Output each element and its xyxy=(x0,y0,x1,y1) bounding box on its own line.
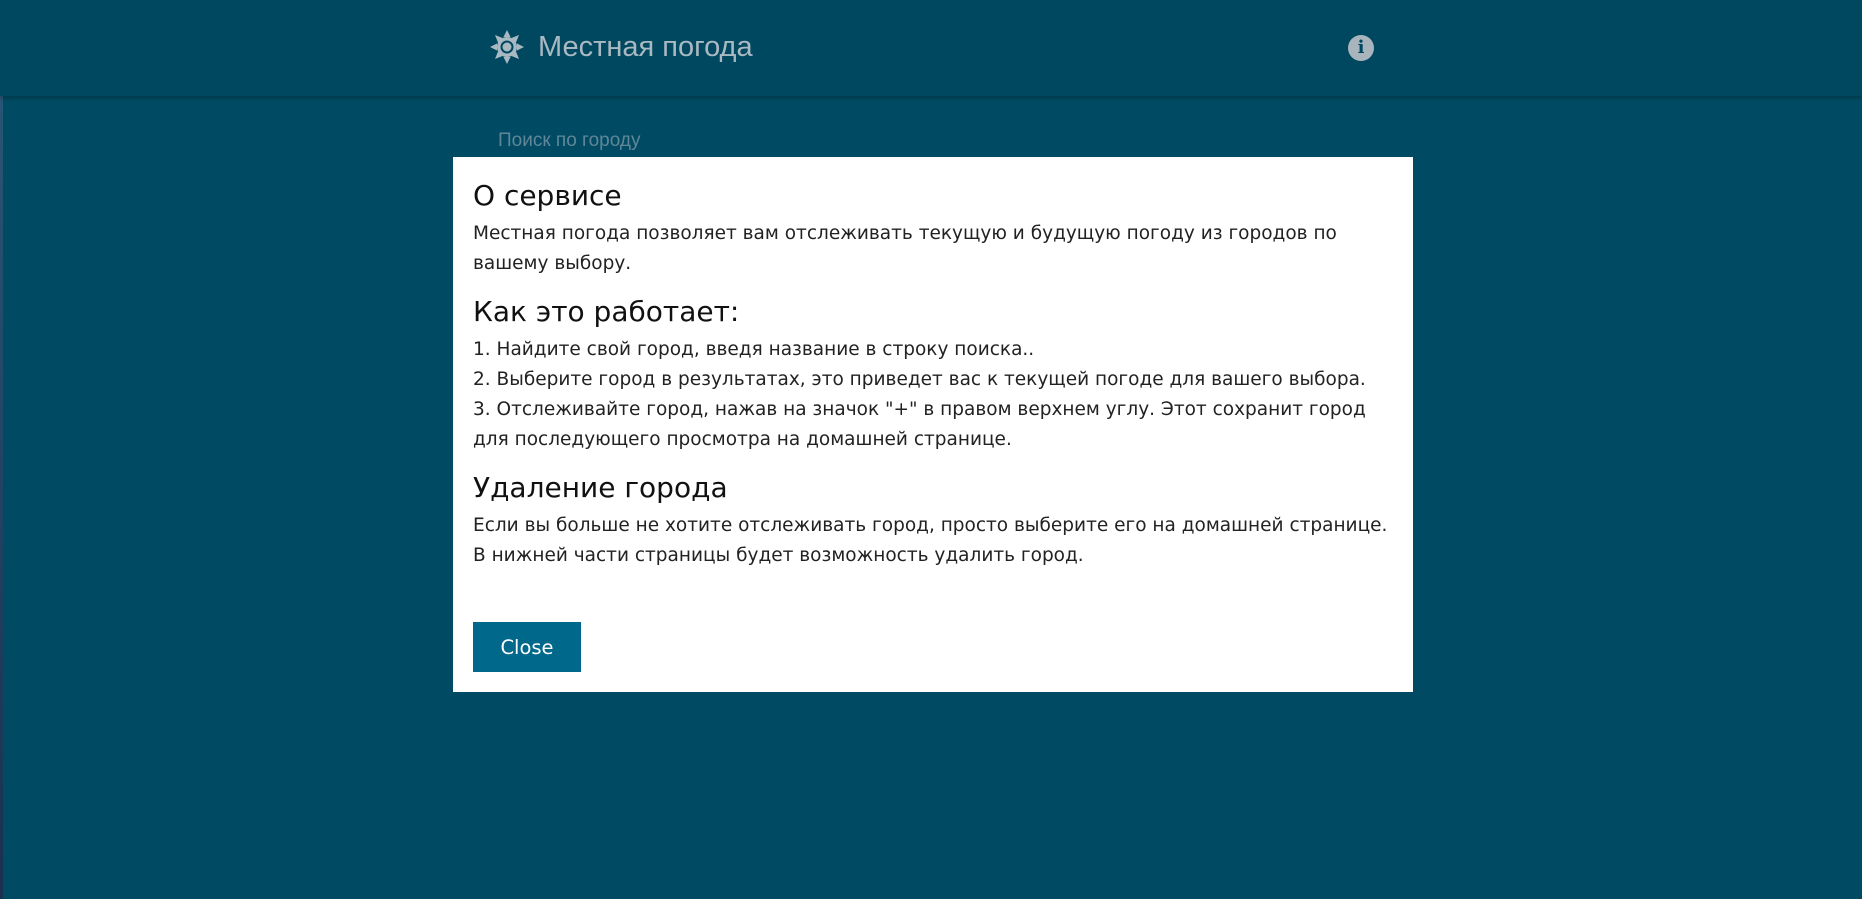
step-text: 1. Найдите свой город, введя название в … xyxy=(473,339,1035,360)
info-icon[interactable]: i xyxy=(1348,35,1374,61)
app-title: Местная погода xyxy=(538,31,753,63)
section-text: Местная погода позволяет вам отслеживать… xyxy=(473,223,1337,274)
section-heading: О сервисе xyxy=(473,179,622,212)
about-dialog: О сервисе Местная погода позволяет вам о… xyxy=(453,157,1413,692)
step-text: 3. Отслеживайте город, нажав на значок "… xyxy=(473,399,1366,450)
how-it-works-section: Как это работает: 1. Найдите свой город,… xyxy=(473,293,1393,455)
section-heading: Удаление города xyxy=(473,471,728,504)
remove-city-section: Удаление города Если вы больше не хотите… xyxy=(473,469,1393,571)
app-header: Местная погода i xyxy=(0,0,1862,96)
section-heading: Как это работает: xyxy=(473,295,740,328)
search-label: Поиск по городу xyxy=(498,130,641,151)
close-button[interactable]: Close xyxy=(473,622,581,672)
step-text: 2. Выберите город в результатах, это при… xyxy=(473,369,1366,390)
section-text: Если вы больше не хотите отслеживать гор… xyxy=(473,515,1388,566)
sun-icon xyxy=(490,30,524,64)
window-edge xyxy=(0,0,3,899)
about-section: О сервисе Местная погода позволяет вам о… xyxy=(473,177,1393,279)
